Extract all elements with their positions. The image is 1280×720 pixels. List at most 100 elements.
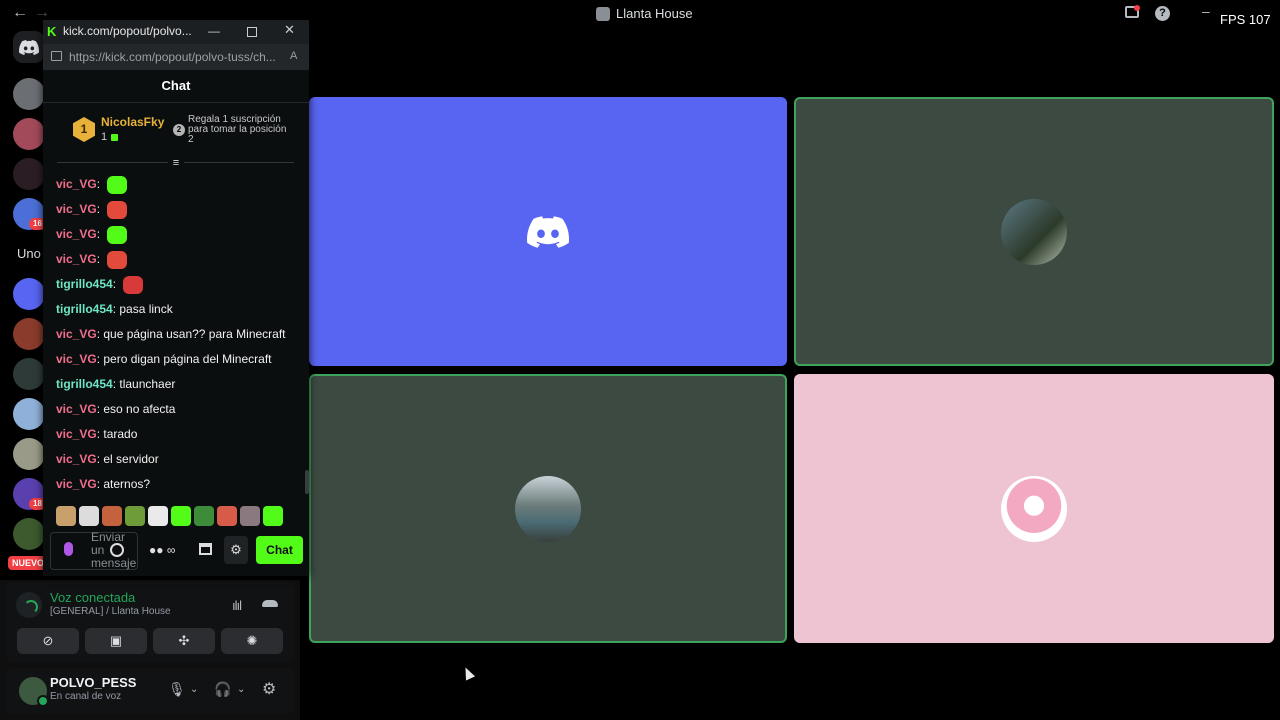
chat-username[interactable]: vic_VG: [56, 227, 97, 241]
chat-username[interactable]: vic_VG: [56, 202, 97, 216]
emote-icon[interactable]: [263, 506, 283, 526]
microphone-icon[interactable]: [64, 542, 73, 556]
avatar: [1001, 198, 1067, 265]
minimize-icon[interactable]: –: [1202, 3, 1210, 19]
red-face-emote-icon[interactable]: [107, 250, 128, 269]
chat-message-text: el servidor: [103, 452, 159, 466]
server-icon-9[interactable]: [13, 438, 45, 470]
server-icon-6[interactable]: [13, 318, 45, 350]
popout-minimize-button[interactable]: —: [208, 24, 220, 38]
disconnect-icon[interactable]: [262, 600, 278, 607]
server-icon-11[interactable]: [13, 518, 45, 550]
soundboard-icon: ✺: [246, 633, 258, 648]
chat-username[interactable]: vic_VG: [56, 252, 97, 266]
server-icon-5[interactable]: [13, 278, 45, 310]
chat-username[interactable]: vic_VG: [56, 452, 97, 466]
lock-icon[interactable]: [51, 51, 62, 61]
chat-separator: :: [96, 227, 104, 241]
penguin-emote-icon[interactable]: [148, 506, 168, 526]
screen-share-icon: ▣: [109, 633, 123, 648]
server-icon-1[interactable]: [13, 78, 45, 110]
server-uno-label[interactable]: Uno: [17, 246, 41, 261]
signal-icon[interactable]: [16, 592, 42, 618]
channel-points-button[interactable]: ●● ∞: [149, 543, 175, 557]
chat-scrollbar[interactable]: [305, 470, 309, 494]
chat-username[interactable]: tigrillo454: [56, 302, 113, 316]
voice-status[interactable]: Voz conectada: [50, 590, 135, 605]
server-icon-2[interactable]: [13, 118, 45, 150]
chat-message: vic_VG: el servidor: [56, 450, 159, 468]
emoji-picker-icon[interactable]: [110, 543, 124, 557]
soundboard-button[interactable]: ✺: [221, 628, 283, 654]
camera-off-button[interactable]: ⊘: [17, 628, 79, 654]
emote-icon[interactable]: [240, 506, 260, 526]
popout-maximize-button[interactable]: [247, 27, 257, 37]
emote-icon[interactable]: [125, 506, 145, 526]
green-face-emote-icon[interactable]: [107, 225, 128, 244]
server-icon-3[interactable]: [13, 158, 45, 190]
gift-prompt[interactable]: Regala 1 suscripción para tomar la posic…: [188, 115, 288, 145]
video-tile-discord[interactable]: [309, 97, 787, 366]
chat-separator: :: [112, 277, 120, 291]
chat-username[interactable]: vic_VG: [56, 177, 97, 191]
chat-message-text: eso no afecta: [103, 402, 176, 416]
avatar: [1001, 475, 1067, 542]
chat-message: vic_VG: aternos?: [56, 475, 150, 493]
microphone-icon[interactable]: 🎙: [168, 681, 186, 698]
voice-channel-label[interactable]: [GENERAL] / Llanta House: [50, 606, 171, 617]
chat-username[interactable]: vic_VG: [56, 327, 97, 341]
video-tile-user-3[interactable]: [309, 374, 787, 643]
share-screen-button[interactable]: ▣: [85, 628, 147, 654]
url-text[interactable]: https://kick.com/popout/polvo-tuss/ch...: [69, 50, 281, 64]
send-chat-button[interactable]: Chat: [256, 536, 303, 564]
help-icon[interactable]: ?: [1155, 6, 1170, 21]
activities-icon: ✣: [178, 633, 190, 648]
store-icon[interactable]: [199, 543, 212, 555]
video-tile-user-4[interactable]: [794, 374, 1274, 643]
discord-logo-icon: [19, 39, 39, 55]
discord-logo-icon: [527, 215, 569, 248]
chat-message: vic_VG: que página usan?? para Minecraft: [56, 325, 286, 343]
inbox-icon[interactable]: [1125, 5, 1140, 18]
audio-chevron-down-icon[interactable]: ⌄: [237, 684, 245, 695]
chat-username[interactable]: tigrillo454: [56, 277, 113, 291]
emote-icon[interactable]: [171, 506, 191, 526]
discord-home-button[interactable]: [13, 31, 45, 63]
red-face-emote-icon[interactable]: [107, 200, 128, 219]
red-angry-emote-icon[interactable]: [123, 275, 144, 294]
chat-message: vic_VG: pero digan página del Minecraft: [56, 350, 272, 368]
emote-icon[interactable]: [102, 506, 122, 526]
chat-username[interactable]: vic_VG: [56, 352, 97, 366]
green-face-emote-icon[interactable]: [107, 175, 128, 194]
video-tile-user-2[interactable]: [794, 97, 1274, 366]
chat-username[interactable]: tigrillo454: [56, 377, 113, 391]
mic-chevron-down-icon[interactable]: ⌄: [190, 684, 198, 695]
collapse-icon[interactable]: ≡: [168, 157, 184, 171]
chat-username[interactable]: vic_VG: [56, 477, 97, 491]
emote-icon[interactable]: [56, 506, 76, 526]
emote-icon[interactable]: [194, 506, 214, 526]
headphones-icon[interactable]: 🎧: [214, 681, 231, 698]
mouse-cursor-icon: [460, 665, 476, 681]
mute-emote-icon[interactable]: [79, 506, 99, 526]
gear-icon[interactable]: ⚙: [262, 679, 276, 699]
chat-username[interactable]: vic_VG: [56, 402, 97, 416]
emote-icon[interactable]: [217, 506, 237, 526]
position-badge: 2: [173, 124, 185, 136]
chat-separator: :: [96, 252, 104, 266]
chat-message: tigrillo454: pasa linck: [56, 300, 173, 318]
chat-settings-button[interactable]: ⚙: [224, 536, 248, 564]
chat-message-text: pero digan página del Minecraft: [103, 352, 272, 366]
username[interactable]: POLVO_PESS: [50, 675, 136, 690]
avatar[interactable]: [17, 675, 49, 707]
activities-button[interactable]: ✣: [153, 628, 215, 654]
noise-suppression-icon[interactable]: ılıl: [232, 598, 242, 613]
back-arrow-icon[interactable]: ←: [12, 4, 28, 22]
chat-username[interactable]: vic_VG: [56, 427, 97, 441]
popout-title: kick.com/popout/polvo...: [63, 24, 192, 38]
server-icon-7[interactable]: [13, 358, 45, 390]
server-icon-8[interactable]: [13, 398, 45, 430]
read-aloud-icon[interactable]: A: [290, 50, 297, 62]
popout-close-button[interactable]: ✕: [284, 22, 295, 38]
top-gifter-name[interactable]: NicolasFky: [101, 115, 164, 129]
